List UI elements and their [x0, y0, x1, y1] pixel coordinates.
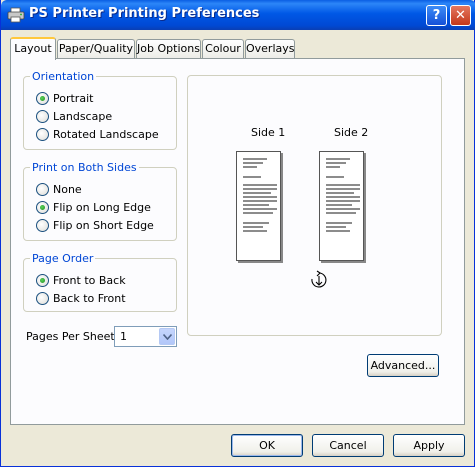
pages-per-sheet-value: 1: [120, 330, 127, 343]
printing-preferences-dialog: PS Printer Printing Preferences ? ✕ Layo…: [0, 0, 475, 467]
pages-per-sheet-dropdown[interactable]: 1: [114, 326, 177, 347]
radio-label: Flip on Short Edge: [53, 218, 154, 232]
radio-button-icon[interactable]: [36, 109, 49, 123]
tab-layout[interactable]: Layout: [10, 37, 56, 60]
layout-panel: Orientation Portrait Landscape Rotated L…: [10, 58, 465, 425]
radio-label: Portrait: [53, 91, 94, 105]
layout-preview: Side 1 Side 2: [187, 75, 442, 336]
flip-rotate-icon: [307, 270, 331, 293]
cancel-button[interactable]: Cancel: [312, 434, 384, 457]
orientation-legend: Orientation: [30, 70, 97, 83]
radio-landscape[interactable]: Landscape: [36, 108, 112, 124]
printer-icon: [7, 7, 25, 23]
radio-button-icon[interactable]: [36, 127, 49, 141]
tab-job-options[interactable]: Job Options: [136, 39, 201, 59]
radio-button-icon[interactable]: [36, 291, 49, 305]
tab-paper-quality[interactable]: Paper/Quality: [57, 39, 135, 59]
tab-overlays[interactable]: Overlays: [245, 39, 295, 59]
side-1-label: Side 1: [251, 126, 286, 139]
help-button[interactable]: ?: [426, 5, 447, 26]
page-order-group: Page Order Front to Back Back to Front: [23, 252, 177, 312]
page-side-1: [236, 151, 281, 261]
pages-per-sheet-label: Pages Per Sheet:: [26, 330, 119, 343]
radio-button-icon[interactable]: [36, 182, 49, 196]
radio-button-icon[interactable]: [36, 273, 49, 287]
radio-label: None: [53, 182, 82, 196]
radio-back-to-front[interactable]: Back to Front: [36, 290, 126, 306]
title-bar[interactable]: PS Printer Printing Preferences ? ✕: [1, 0, 475, 30]
orientation-group: Orientation Portrait Landscape Rotated L…: [23, 70, 177, 150]
radio-flip-long-edge[interactable]: Flip on Long Edge: [36, 199, 151, 215]
radio-rotated-landscape[interactable]: Rotated Landscape: [36, 126, 159, 142]
page-order-legend: Page Order: [30, 252, 96, 265]
apply-button[interactable]: Apply: [393, 434, 465, 457]
tab-colour[interactable]: Colour: [202, 39, 244, 59]
close-button[interactable]: ✕: [450, 5, 471, 26]
radio-button-icon[interactable]: [36, 91, 49, 105]
radio-button-icon[interactable]: [36, 218, 49, 232]
chevron-down-icon[interactable]: [159, 328, 175, 345]
side-2-label: Side 2: [334, 126, 369, 139]
radio-button-icon[interactable]: [36, 200, 49, 214]
both-sides-group: Print on Both Sides None Flip on Long Ed…: [23, 161, 177, 241]
radio-flip-short-edge[interactable]: Flip on Short Edge: [36, 217, 154, 233]
radio-none[interactable]: None: [36, 181, 82, 197]
radio-label: Back to Front: [53, 291, 126, 305]
window-title: PS Printer Printing Preferences: [29, 6, 260, 21]
radio-front-to-back[interactable]: Front to Back: [36, 272, 126, 288]
advanced-button[interactable]: Advanced...: [367, 354, 439, 377]
radio-label: Landscape: [53, 109, 113, 123]
radio-label: Front to Back: [53, 273, 126, 287]
radio-label: Flip on Long Edge: [53, 200, 151, 214]
page-side-2: [319, 151, 364, 261]
ok-button[interactable]: OK: [231, 434, 303, 457]
radio-label: Rotated Landscape: [53, 127, 159, 141]
both-sides-legend: Print on Both Sides: [30, 161, 139, 174]
radio-portrait[interactable]: Portrait: [36, 90, 93, 106]
